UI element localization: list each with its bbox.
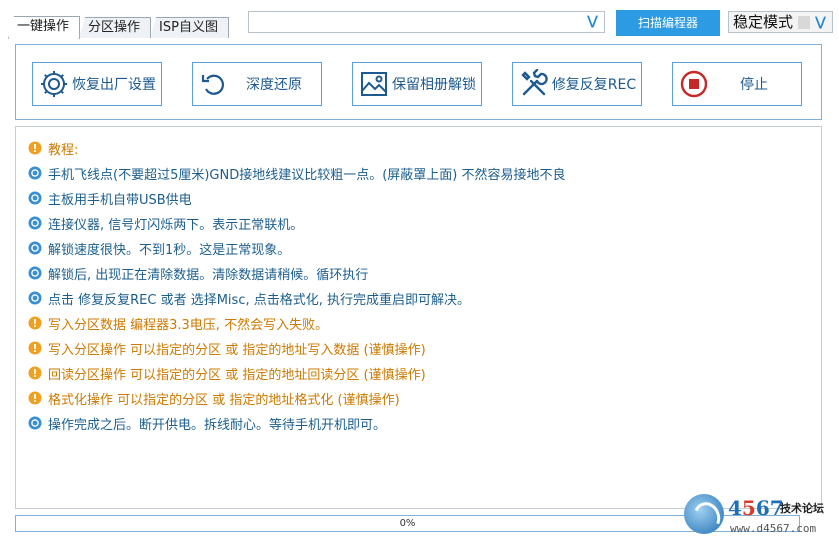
- warning-icon: [28, 316, 42, 330]
- log-line-text: 回读分区操作 可以指定的分区 或 指定的地址回读分区 (谨慎操作): [48, 367, 426, 383]
- log-line: 主板用手机自带USB供电: [28, 187, 192, 209]
- brand-digit: 6: [755, 496, 770, 520]
- tab-isp[interactable]: ISP自义图: [150, 17, 229, 38]
- stop-label: 停止: [740, 77, 768, 93]
- top-bar: 一键操作 分区操作 ISP自义图 ⋁ 扫描编程器 稳定模式 ⋁: [0, 0, 839, 42]
- log-line-text: 主板用手机自带USB供电: [48, 192, 192, 208]
- log-line-text: 写入分区操作 可以指定的分区 或 指定的地址写入数据 (谨慎操作): [48, 342, 426, 358]
- log-line: 写入分区数据 编程器3.3电压, 不然会写入失败。: [28, 312, 328, 334]
- image-icon: [357, 67, 391, 101]
- stop-icon: [677, 67, 711, 101]
- warning-icon: [28, 391, 42, 405]
- log-line-text: 格式化操作 可以指定的分区 或 指定的地址格式化 (谨慎操作): [48, 392, 400, 408]
- fix-rec-button[interactable]: 修复反复REC: [512, 62, 642, 106]
- tab-one-click[interactable]: 一键操作: [8, 16, 81, 39]
- log-line: 点击 修复反复REC 或者 选择Misc, 点击格式化, 执行完成重启即可解决。: [28, 287, 470, 309]
- log-panel: 教程: 手机飞线点(不要超过5厘米)GND接地线建议比较粗一点。(屏蔽罩上面) 不…: [15, 126, 822, 509]
- watermark-url: www.d4567.com: [730, 522, 817, 535]
- mode-select-swatch: [798, 16, 810, 29]
- tools-icon: [517, 67, 551, 101]
- undo-icon: [197, 67, 231, 101]
- chevron-down-icon[interactable]: ⋁: [587, 14, 598, 29]
- log-line: 格式化操作 可以指定的分区 或 指定的地址格式化 (谨慎操作): [28, 387, 400, 409]
- action-panel: 恢复出厂设置 深度还原 保留相册解锁 修复反复REC 停止: [15, 44, 822, 120]
- log-line: 回读分区操作 可以指定的分区 或 指定的地址回读分区 (谨慎操作): [28, 362, 426, 384]
- log-line-text: 解锁速度很快。不到1秒。这是正常现象。: [48, 242, 291, 258]
- watermark-brand: 4567: [728, 496, 784, 520]
- log-line: 解锁后, 出现正在清除数据。清除数据请稍候。循环执行: [28, 262, 368, 284]
- brand-digit: 4: [728, 496, 742, 520]
- log-line-text: 教程:: [48, 142, 79, 158]
- stop-button[interactable]: 停止: [672, 62, 802, 106]
- log-line-text: 手机飞线点(不要超过5厘米)GND接地线建议比较粗一点。(屏蔽罩上面) 不然容易…: [48, 167, 566, 183]
- watermark-slogan: 技术论坛: [780, 502, 824, 515]
- tab-partition[interactable]: 分区操作: [79, 17, 152, 38]
- warning-icon: [28, 341, 42, 355]
- scan-programmer-button[interactable]: 扫描编程器: [616, 10, 720, 36]
- watermark-logo: 4567 技术论坛 www.d4567.com: [684, 494, 836, 538]
- info-icon: [28, 416, 42, 430]
- log-line: 操作完成之后。断开供电。拆线耐心。等待手机开机即可。: [28, 412, 386, 434]
- info-icon: [28, 191, 42, 205]
- factory-reset-label: 恢复出厂设置: [72, 77, 156, 93]
- log-line: 解锁速度很快。不到1秒。这是正常现象。: [28, 237, 290, 259]
- tab-strip: 一键操作 分区操作 ISP自义图: [8, 16, 229, 39]
- log-line: 连接仪器, 信号灯闪烁两下。表示正常联机。: [28, 212, 303, 234]
- log-line-text: 解锁后, 出现正在清除数据。清除数据请稍候。循环执行: [48, 267, 369, 283]
- progress-bar: 0%: [15, 515, 800, 532]
- info-icon: [28, 291, 42, 305]
- info-icon: [28, 216, 42, 230]
- mode-select-value: 稳定模式: [733, 13, 794, 31]
- warning-icon: [28, 141, 42, 155]
- factory-reset-button[interactable]: 恢复出厂设置: [32, 62, 162, 106]
- log-line-text: 连接仪器, 信号灯闪烁两下。表示正常联机。: [48, 217, 304, 233]
- log-line-text: 点击 修复反复REC 或者 选择Misc, 点击格式化, 执行完成重启即可解决。: [48, 292, 470, 308]
- gear-icon: [37, 67, 71, 101]
- logo-circle-icon: [684, 494, 725, 536]
- keep-album-unlock-button[interactable]: 保留相册解锁: [352, 62, 482, 106]
- log-line: 教程:: [28, 137, 78, 159]
- keep-album-unlock-label: 保留相册解锁: [392, 77, 476, 93]
- log-line-text: 操作完成之后。断开供电。拆线耐心。等待手机开机即可。: [48, 417, 387, 433]
- warning-icon: [28, 366, 42, 380]
- info-icon: [28, 166, 42, 180]
- log-line: 手机飞线点(不要超过5厘米)GND接地线建议比较粗一点。(屏蔽罩上面) 不然容易…: [28, 162, 566, 184]
- chevron-down-icon[interactable]: ⋁: [815, 13, 826, 33]
- brand-digit: 5: [741, 496, 756, 520]
- device-combo[interactable]: ⋁: [248, 11, 605, 33]
- info-icon: [28, 241, 42, 255]
- fix-rec-label: 修复反复REC: [551, 77, 637, 93]
- deep-restore-label: 深度还原: [246, 77, 302, 93]
- mode-select[interactable]: 稳定模式 ⋁: [728, 11, 833, 33]
- info-icon: [28, 266, 42, 280]
- log-line: 写入分区操作 可以指定的分区 或 指定的地址写入数据 (谨慎操作): [28, 337, 426, 359]
- deep-restore-button[interactable]: 深度还原: [192, 62, 322, 106]
- log-line-text: 写入分区数据 编程器3.3电压, 不然会写入失败。: [48, 317, 329, 333]
- progress-label: 0%: [399, 518, 416, 529]
